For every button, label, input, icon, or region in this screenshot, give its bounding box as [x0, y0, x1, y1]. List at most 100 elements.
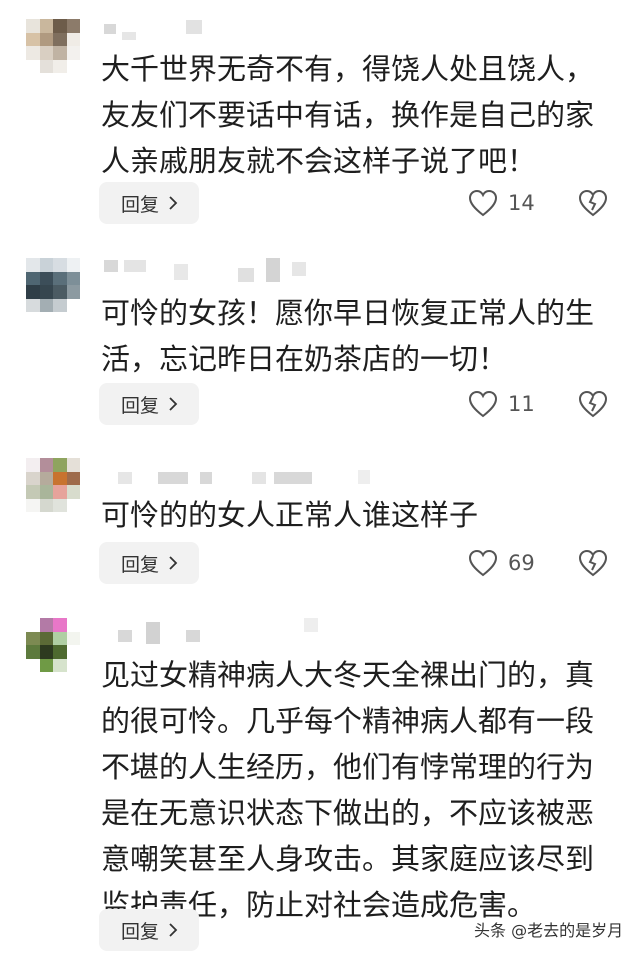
- avatar-pixel: [53, 658, 67, 672]
- dislike-button[interactable]: [578, 542, 608, 584]
- username-blurred[interactable]: [104, 470, 370, 490]
- avatar-pixel: [53, 258, 67, 272]
- avatar-pixel: [39, 498, 53, 512]
- avatar-pixel: [39, 618, 53, 632]
- reply-button[interactable]: 回复: [99, 182, 199, 224]
- avatar[interactable]: [26, 258, 80, 312]
- avatar-pixel: [66, 59, 80, 73]
- reply-label: 回复: [121, 553, 160, 576]
- avatar[interactable]: [26, 618, 80, 672]
- avatar-pixel: [26, 19, 40, 33]
- avatar-pixel: [39, 285, 53, 299]
- comment-text: 大千世界无奇不有，得饶人处且饶人，友友们不要话中有话，换作是自己的家人亲戚朋友就…: [101, 52, 595, 178]
- like-count: 14: [508, 191, 535, 215]
- avatar-pixel: [26, 271, 40, 285]
- avatar-pixel: [26, 631, 40, 645]
- avatar-pixel: [39, 631, 53, 645]
- avatar-pixel: [39, 485, 53, 499]
- like-count: 11: [508, 392, 535, 416]
- avatar-pixel: [66, 258, 80, 272]
- reply-label: 回复: [121, 193, 160, 216]
- avatar-pixel: [26, 458, 40, 472]
- avatar-pixel: [26, 298, 40, 312]
- reply-button[interactable]: 回复: [99, 909, 199, 951]
- avatar-pixel: [39, 458, 53, 472]
- username-blurred[interactable]: [104, 20, 214, 40]
- like-button[interactable]: 11: [468, 383, 535, 425]
- avatar-pixel: [39, 471, 53, 485]
- avatar-pixel: [66, 298, 80, 312]
- avatar-pixel: [26, 645, 40, 659]
- avatar-pixel: [26, 258, 40, 272]
- username-blurred[interactable]: [104, 618, 318, 644]
- avatar-pixel: [53, 498, 67, 512]
- comment-text: 可怜的的女人正常人谁这样子: [101, 498, 479, 532]
- heart-outline-icon: [468, 390, 498, 418]
- dislike-button[interactable]: [578, 383, 608, 425]
- avatar-pixel: [53, 458, 67, 472]
- dislike-button[interactable]: [578, 182, 608, 224]
- comment-text: 见过女精神病人大冬天全裸出门的，真的很可怜。几乎每个精神病人都有一段不堪的人生经…: [101, 658, 595, 922]
- avatar-pixel: [66, 658, 80, 672]
- like-button[interactable]: 14: [468, 182, 535, 224]
- avatar[interactable]: [26, 458, 80, 512]
- avatar-pixel: [66, 618, 80, 632]
- username-blurred[interactable]: [104, 258, 314, 282]
- avatar-pixel: [53, 485, 67, 499]
- avatar-pixel: [39, 59, 53, 73]
- reply-button[interactable]: 回复: [99, 542, 199, 584]
- reply-label: 回复: [121, 920, 160, 943]
- avatar[interactable]: [26, 19, 80, 73]
- comment-text: 可怜的女孩！愿你早日恢复正常人的生活，忘记昨日在奶茶店的一切！: [101, 296, 595, 376]
- avatar-pixel: [26, 485, 40, 499]
- reply-label: 回复: [121, 394, 160, 417]
- broken-heart-icon: [578, 549, 608, 577]
- avatar-pixel: [53, 618, 67, 632]
- avatar-pixel: [39, 19, 53, 33]
- avatar-pixel: [66, 498, 80, 512]
- avatar-pixel: [26, 46, 40, 60]
- avatar-pixel: [53, 19, 67, 33]
- avatar-pixel: [26, 59, 40, 73]
- avatar-pixel: [53, 271, 67, 285]
- avatar-pixel: [53, 285, 67, 299]
- avatar-pixel: [26, 285, 40, 299]
- watermark: 头条 @老去的是岁月: [474, 921, 624, 940]
- broken-heart-icon: [578, 390, 608, 418]
- avatar-pixel: [26, 498, 40, 512]
- like-count: 69: [508, 551, 535, 575]
- broken-heart-icon: [578, 189, 608, 217]
- avatar-pixel: [26, 658, 40, 672]
- like-button[interactable]: 69: [468, 542, 535, 584]
- heart-outline-icon: [468, 189, 498, 217]
- avatar-pixel: [53, 46, 67, 60]
- reply-button[interactable]: 回复: [99, 383, 199, 425]
- chevron-right-icon: [169, 556, 178, 570]
- avatar-pixel: [66, 631, 80, 645]
- avatar-pixel: [53, 471, 67, 485]
- chevron-right-icon: [169, 196, 178, 210]
- heart-outline-icon: [468, 549, 498, 577]
- avatar-pixel: [66, 271, 80, 285]
- avatar-pixel: [26, 32, 40, 46]
- avatar-pixel: [39, 32, 53, 46]
- avatar-pixel: [53, 32, 67, 46]
- avatar-pixel: [66, 19, 80, 33]
- avatar-pixel: [66, 46, 80, 60]
- avatar-pixel: [53, 59, 67, 73]
- avatar-pixel: [66, 285, 80, 299]
- avatar-pixel: [66, 32, 80, 46]
- avatar-pixel: [66, 485, 80, 499]
- avatar-pixel: [66, 645, 80, 659]
- avatar-pixel: [53, 298, 67, 312]
- chevron-right-icon: [169, 923, 178, 937]
- avatar-pixel: [53, 631, 67, 645]
- avatar-pixel: [26, 471, 40, 485]
- avatar-pixel: [66, 471, 80, 485]
- avatar-pixel: [39, 645, 53, 659]
- avatar-pixel: [39, 46, 53, 60]
- chevron-right-icon: [169, 397, 178, 411]
- avatar-pixel: [39, 258, 53, 272]
- avatar-pixel: [39, 271, 53, 285]
- avatar-pixel: [26, 618, 40, 632]
